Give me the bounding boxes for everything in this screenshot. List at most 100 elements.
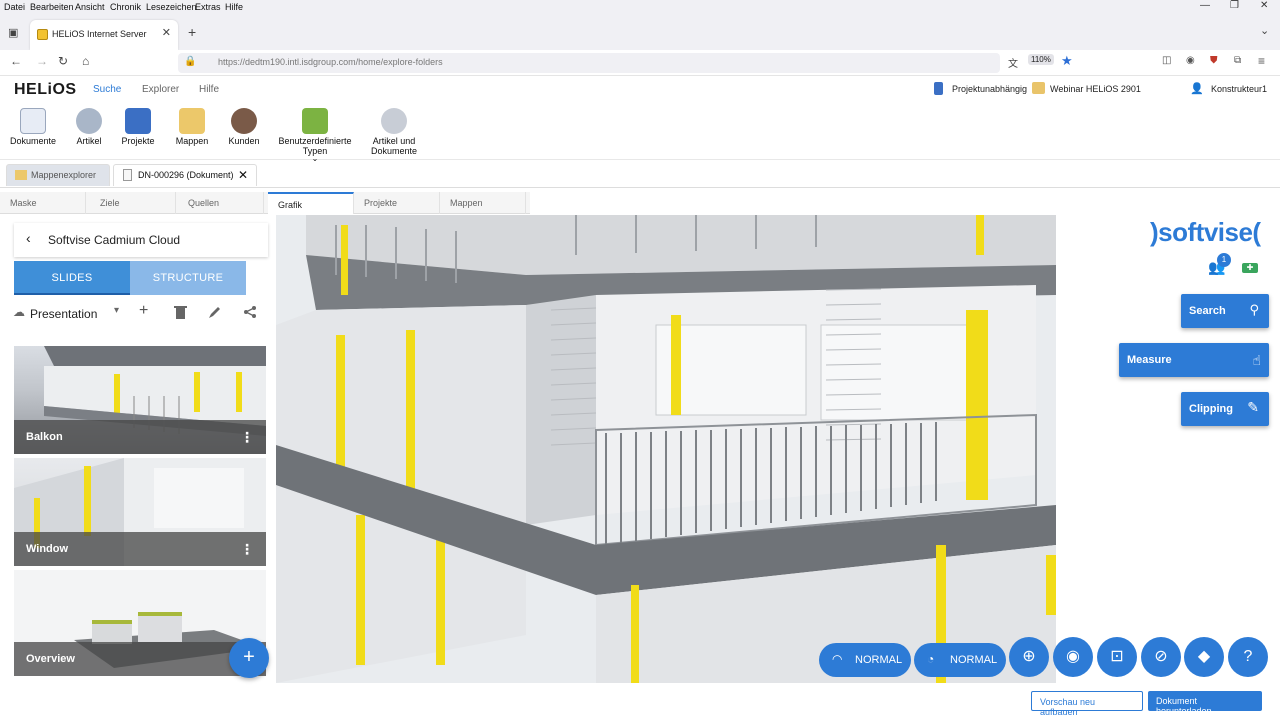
reload-icon[interactable]: ↻ bbox=[58, 54, 68, 68]
back-icon[interactable]: ← bbox=[10, 54, 22, 68]
gamepad-icon[interactable]: ✚ bbox=[1242, 263, 1258, 273]
ribbon-label: Benutzerdefinierte Typen bbox=[278, 136, 352, 156]
tab-quellen[interactable]: Quellen bbox=[178, 192, 264, 214]
button-label: Measure bbox=[1127, 354, 1172, 366]
slide-thumb-balkon[interactable]: Balkon ⋮ bbox=[14, 346, 266, 454]
ribbon-artikel-und-dokumente-button[interactable]: Artikel und Dokumente bbox=[366, 108, 422, 156]
tab-maske[interactable]: Maske bbox=[0, 192, 86, 214]
app-header: HELiOS Suche Explorer Hilfe Projektunabh… bbox=[0, 76, 1280, 104]
browser-menubar: Datei Bearbeiten Ansicht Chronik Lesezei… bbox=[0, 0, 1280, 14]
more-vert-icon[interactable]: ⋮ bbox=[240, 541, 254, 558]
close-tab-icon[interactable]: ✕ bbox=[162, 26, 171, 39]
clipping-button[interactable]: Clipping ✎ bbox=[1181, 392, 1269, 426]
panel-header: ‹ Softvise Cadmium Cloud bbox=[14, 223, 268, 257]
tab-mappenexplorer[interactable]: Mappenexplorer bbox=[6, 164, 110, 186]
tab-label: Mappenexplorer bbox=[31, 170, 97, 180]
new-tab-icon[interactable]: + bbox=[188, 24, 196, 40]
nav-explorer[interactable]: Explorer bbox=[142, 84, 179, 95]
presentation-select[interactable]: Presentation bbox=[30, 307, 97, 321]
3d-viewer-canvas[interactable] bbox=[276, 215, 1056, 683]
close-window-icon[interactable]: ✕ bbox=[1260, 0, 1268, 11]
rebuild-preview-button[interactable]: Vorschau neu aufbauen bbox=[1031, 691, 1143, 717]
nav-suche[interactable]: Suche bbox=[93, 84, 121, 95]
helios-logo[interactable]: HELiOS bbox=[14, 81, 77, 99]
translate-icon[interactable]: 文 bbox=[1008, 55, 1018, 70]
slide-thumb-window[interactable]: Window ⋮ bbox=[14, 458, 266, 566]
tab-dn-000296[interactable]: DN-000296 (Dokument) ✕ bbox=[113, 164, 257, 186]
folder-icon bbox=[15, 170, 27, 180]
more-vert-icon[interactable]: ⋮ bbox=[240, 429, 254, 446]
close-icon[interactable]: ✕ bbox=[238, 168, 248, 182]
menu-datei[interactable]: Datei bbox=[4, 2, 25, 12]
search-button[interactable]: Search ⚲ bbox=[1181, 294, 1269, 328]
globe-icon[interactable]: ⊕ bbox=[1009, 637, 1049, 677]
minimize-icon[interactable]: — bbox=[1200, 0, 1210, 11]
hamburger-menu-icon[interactable]: ≡ bbox=[1258, 54, 1265, 68]
forward-icon[interactable]: → bbox=[36, 54, 48, 68]
users-count-badge: 1 bbox=[1217, 253, 1231, 267]
panel-title: Softvise Cadmium Cloud bbox=[48, 233, 181, 247]
network-mode-button[interactable]: ◠ NORMAL bbox=[819, 643, 911, 677]
tab-mappen[interactable]: Mappen bbox=[440, 192, 526, 214]
bookmark-star-icon[interactable]: ★ bbox=[1061, 53, 1073, 69]
helios-favicon-icon bbox=[37, 29, 48, 40]
menu-hilfe[interactable]: Hilfe bbox=[225, 2, 243, 12]
webinar-label[interactable]: Webinar HELiOS 2901 bbox=[1050, 84, 1141, 94]
structure-tab[interactable]: STRUCTURE bbox=[130, 261, 246, 295]
tab-grafik[interactable]: Grafik bbox=[268, 192, 354, 214]
add-slide-button[interactable]: + bbox=[229, 638, 269, 678]
navigation-diamond-icon[interactable]: ◆ bbox=[1184, 637, 1224, 677]
gear-icon bbox=[76, 108, 102, 134]
hide-icon[interactable]: ⊘ bbox=[1141, 637, 1181, 677]
ribbon-mappen-button[interactable]: Mappen bbox=[172, 108, 212, 146]
eye-icon[interactable]: ◉ bbox=[1053, 637, 1093, 677]
tools-panel: )softvise( 👥 1 ✚ Search ⚲ Measure ☝ Clip… bbox=[1056, 215, 1280, 683]
extensions-icon[interactable]: ⧉ bbox=[1234, 55, 1241, 66]
add-icon[interactable]: + bbox=[139, 302, 148, 320]
maximize-icon[interactable]: ❐ bbox=[1230, 0, 1239, 11]
tab-list-icon[interactable]: ▣ bbox=[8, 26, 18, 39]
account-icon[interactable]: ◉ bbox=[1186, 55, 1195, 66]
performance-mode-button[interactable]: ◔ NORMAL bbox=[914, 643, 1006, 677]
edit-pencil-icon[interactable] bbox=[208, 305, 222, 319]
delete-icon[interactable] bbox=[174, 305, 187, 319]
menu-bearbeiten[interactable]: Bearbeiten bbox=[30, 2, 74, 12]
project-scope[interactable]: Projektunabhängig bbox=[952, 84, 1027, 94]
project-icon bbox=[934, 82, 943, 95]
button-label: Search bbox=[1189, 305, 1226, 317]
ribbon-kunden-button[interactable]: Kunden bbox=[224, 108, 264, 146]
tab-ziele[interactable]: Ziele bbox=[90, 192, 176, 214]
ribbon-dokumente-button[interactable]: Dokumente bbox=[8, 108, 58, 146]
fit-view-icon[interactable]: ⊡ bbox=[1097, 637, 1137, 677]
footer-actions: Vorschau neu aufbauen Dokument herunterl… bbox=[0, 685, 1280, 720]
dropdown-arrow-icon[interactable]: ▾ bbox=[114, 305, 119, 316]
back-chevron-icon[interactable]: ‹ bbox=[26, 230, 31, 246]
chevron-down-icon[interactable]: ⌄ bbox=[1260, 24, 1269, 37]
ribbon-benutzerdefinierte-typen-button[interactable]: Benutzerdefinierte Typen ⌄ bbox=[276, 108, 354, 163]
user-name[interactable]: Konstrukteur1 bbox=[1211, 84, 1267, 94]
ribbon-artikel-button[interactable]: Artikel bbox=[70, 108, 108, 146]
browser-tab-active[interactable]: HELiOS Internet Server ✕ bbox=[30, 20, 178, 50]
nav-hilfe[interactable]: Hilfe bbox=[199, 84, 219, 95]
url-bar[interactable]: 🔒 https://dedtm190.intl.isdgroup.com/hom… bbox=[178, 53, 1000, 73]
pocket-icon[interactable]: ◫ bbox=[1162, 55, 1171, 66]
ribbon-projekte-button[interactable]: Projekte bbox=[118, 108, 158, 146]
zoom-level[interactable]: 110% bbox=[1028, 54, 1054, 65]
slides-tab[interactable]: SLIDES bbox=[14, 261, 130, 295]
share-icon[interactable] bbox=[243, 305, 257, 319]
extension-shield-icon[interactable]: ⛊ bbox=[1210, 55, 1218, 66]
measure-button[interactable]: Measure ☝ bbox=[1119, 343, 1269, 377]
user-icon: 👤 bbox=[1190, 83, 1204, 95]
download-document-button[interactable]: Dokument herunterladen bbox=[1148, 691, 1262, 716]
menu-lesezeichen[interactable]: Lesezeichen bbox=[146, 2, 197, 12]
menu-extras[interactable]: Extras bbox=[195, 2, 221, 12]
ribbon-label: Artikel und Dokumente bbox=[370, 136, 418, 156]
home-icon[interactable]: ⌂ bbox=[82, 54, 89, 68]
building-3d-model bbox=[276, 215, 1056, 683]
tab-projekte[interactable]: Projekte bbox=[354, 192, 440, 214]
menu-ansicht[interactable]: Ansicht bbox=[75, 2, 105, 12]
slide-label: Balkon bbox=[14, 420, 266, 454]
menu-chronik[interactable]: Chronik bbox=[110, 2, 141, 12]
folder-icon bbox=[179, 108, 205, 134]
help-icon[interactable]: ? bbox=[1228, 637, 1268, 677]
